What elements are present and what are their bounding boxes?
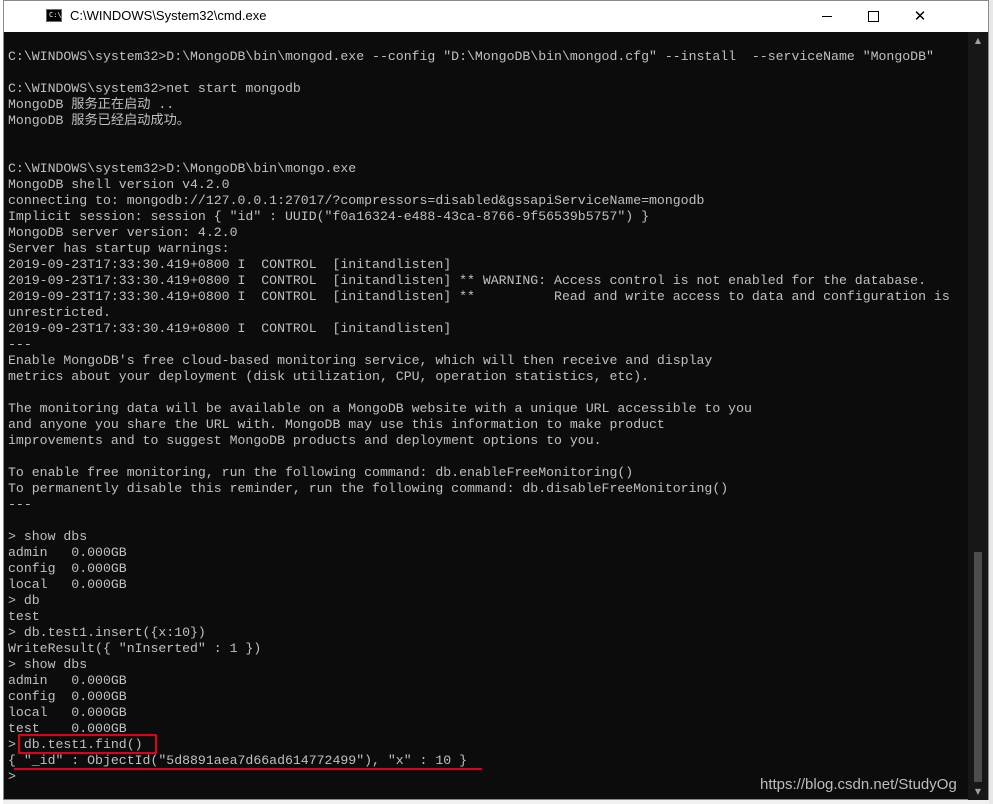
console-line: admin 0.000GB — [8, 545, 127, 560]
console-line: improvements and to suggest MongoDB prod… — [8, 433, 602, 448]
find-command-highlight-box — [18, 734, 157, 754]
console-line: Implicit session: session { "id" : UUID(… — [8, 209, 650, 224]
console-line: config 0.000GB — [8, 689, 127, 704]
console-line: > show dbs — [8, 657, 88, 672]
console-line: > show dbs — [8, 529, 88, 544]
console-line: 2019-09-23T17:33:30.419+0800 I CONTROL [… — [8, 289, 950, 304]
scroll-down-icon[interactable]: ▼ — [968, 783, 988, 800]
scroll-up-icon[interactable]: ▲ — [968, 32, 988, 49]
console-line: MongoDB shell version v4.2.0 — [8, 177, 230, 192]
cmd-window[interactable]: C:\ C:\WINDOWS\System32\cmd.exe ✕ C:\WIN… — [3, 0, 989, 800]
console-line: 2019-09-23T17:33:30.419+0800 I CONTROL [… — [8, 273, 926, 288]
close-button[interactable]: ✕ — [896, 1, 944, 32]
minimize-button[interactable] — [804, 1, 850, 32]
console-line: metrics about your deployment (disk util… — [8, 369, 650, 384]
close-icon: ✕ — [913, 7, 927, 25]
console-line: --- — [8, 337, 32, 352]
console-line: and anyone you share the URL with. Mongo… — [8, 417, 665, 432]
console-line: WriteResult({ "nInserted" : 1 }) — [8, 641, 262, 656]
title-bar[interactable]: C:\ C:\WINDOWS\System32\cmd.exe ✕ — [4, 1, 988, 32]
vertical-scrollbar[interactable]: ▲ ▼ — [968, 32, 988, 800]
console-line: local 0.000GB — [8, 705, 127, 720]
scroll-thumb[interactable] — [974, 552, 982, 782]
console-line: To enable free monitoring, run the follo… — [8, 465, 634, 480]
console-line: test — [8, 609, 40, 624]
maximize-button[interactable] — [850, 1, 896, 32]
console-line: Enable MongoDB's free cloud-based monito… — [8, 353, 713, 368]
console-line: unrestricted. — [8, 305, 111, 320]
console-line: 2019-09-23T17:33:30.419+0800 I CONTROL [… — [8, 257, 452, 272]
console-line: C:\WINDOWS\system32>D:\MongoDB\bin\mongo… — [8, 161, 357, 176]
console-line: local 0.000GB — [8, 577, 127, 592]
console-line: MongoDB 服务已经启动成功。 — [8, 113, 190, 128]
console-line: > db — [8, 593, 40, 608]
console-line: admin 0.000GB — [8, 673, 127, 688]
console-line: C:\WINDOWS\system32>D:\MongoDB\bin\mongo… — [8, 49, 934, 64]
console-line: 2019-09-23T17:33:30.419+0800 I CONTROL [… — [8, 321, 452, 336]
console-line: The monitoring data will be available on… — [8, 401, 752, 416]
console-line: --- — [8, 497, 32, 512]
console-line: config 0.000GB — [8, 561, 127, 576]
console-line: To permanently disable this reminder, ru… — [8, 481, 729, 496]
console-line: connecting to: mongodb://127.0.0.1:27017… — [8, 193, 705, 208]
maximize-icon — [867, 11, 879, 22]
background-window-edge-right — [989, 0, 993, 804]
window-title: C:\WINDOWS\System32\cmd.exe — [70, 8, 267, 23]
console-line: C:\WINDOWS\system32>net start mongodb — [8, 81, 301, 96]
console-line: MongoDB 服务正在启动 .. — [8, 97, 175, 112]
console-line: Server has startup warnings: — [8, 241, 230, 256]
console-line: > db.test1.insert({x:10}) — [8, 625, 206, 640]
find-result-underline — [14, 768, 482, 770]
watermark: https://blog.csdn.net/StudyOg — [760, 776, 957, 793]
console-line: MongoDB server version: 4.2.0 — [8, 225, 238, 240]
console-glyph-icon: C:\ — [49, 11, 62, 19]
console-output[interactable]: C:\WINDOWS\system32>D:\MongoDB\bin\mongo… — [4, 32, 969, 800]
minimize-icon — [822, 16, 832, 17]
console-app-icon[interactable]: C:\ — [46, 9, 62, 22]
console-line: { "_id" : ObjectId("5d8891aea7d66ad61477… — [8, 753, 467, 768]
